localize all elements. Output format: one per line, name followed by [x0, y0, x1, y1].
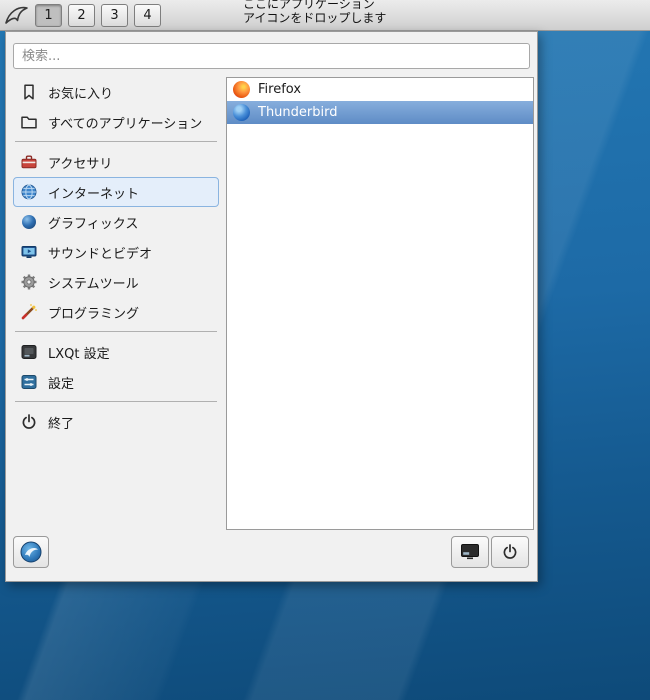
panel-drop-hint: ここにアプリケーション アイコンをドロップします	[243, 0, 386, 25]
thunderbird-icon	[233, 104, 250, 121]
sliders-icon	[20, 373, 38, 391]
category-label: グラフィックス	[48, 216, 139, 232]
search-input[interactable]	[13, 43, 530, 69]
wand-icon	[20, 303, 38, 321]
video-icon	[20, 243, 38, 261]
lxqt-logo-button[interactable]	[13, 536, 49, 568]
folder-icon	[20, 113, 38, 131]
category-label: 終了	[48, 416, 75, 432]
category-system-tools[interactable]: システムツール	[13, 267, 219, 297]
category-all-applications[interactable]: すべてのアプリケーション	[13, 107, 219, 137]
power-button-icon	[503, 544, 517, 559]
category-programming[interactable]: プログラミング	[13, 297, 219, 327]
category-leave[interactable]: 終了	[13, 407, 219, 437]
application-menu-popup: お気に入り すべてのアプリケーション アクセサリ	[5, 31, 538, 582]
toolbox-icon	[20, 153, 38, 171]
category-label: LXQt 設定	[48, 346, 110, 362]
category-label: システムツール	[48, 276, 139, 292]
sidebar-divider	[15, 401, 217, 402]
app-menu-button[interactable]	[2, 1, 30, 29]
category-label: 設定	[48, 376, 75, 392]
leave-button[interactable]	[491, 536, 529, 568]
drop-hint-line2: アイコンをドロップします	[243, 11, 387, 25]
power-icon	[20, 413, 38, 431]
category-label: お気に入り	[48, 86, 114, 102]
sphere-icon	[20, 213, 38, 231]
category-graphics[interactable]: グラフィックス	[13, 207, 219, 237]
category-label: サウンドとビデオ	[48, 246, 153, 262]
category-favorites[interactable]: お気に入り	[13, 77, 219, 107]
monitor-icon	[461, 544, 479, 560]
category-accessories[interactable]: アクセサリ	[13, 147, 219, 177]
lock-screen-button[interactable]	[451, 536, 489, 568]
lxqt-settings-icon	[20, 343, 38, 361]
category-label: すべてのアプリケーション	[48, 116, 203, 132]
top-panel: 1 2 3 4 ここにアプリケーション アイコンをドロップします	[0, 0, 650, 31]
workspace-button-1[interactable]: 1	[35, 3, 62, 27]
category-internet[interactable]: インターネット	[13, 177, 219, 207]
app-item-thunderbird[interactable]: Thunderbird	[227, 101, 533, 124]
workspace-button-4[interactable]: 4	[134, 3, 161, 27]
workspace-button-2[interactable]: 2	[68, 3, 95, 27]
firefox-icon	[233, 81, 250, 98]
app-label: Thunderbird	[258, 105, 338, 120]
drop-hint-line1: ここにアプリケーション	[243, 0, 375, 11]
globe-icon	[20, 183, 38, 201]
workspace-button-3[interactable]: 3	[101, 3, 128, 27]
category-sidebar: お気に入り すべてのアプリケーション アクセサリ インターネット グラフィックス…	[13, 77, 219, 437]
app-label: Firefox	[258, 82, 302, 97]
gear-icon	[20, 273, 38, 291]
category-settings[interactable]: 設定	[13, 367, 219, 397]
sidebar-divider	[15, 141, 217, 142]
bookmark-icon	[20, 83, 38, 101]
category-label: アクセサリ	[48, 156, 113, 172]
category-label: インターネット	[48, 186, 140, 202]
application-list: Firefox Thunderbird	[226, 77, 534, 530]
lxqt-bird-icon	[5, 6, 28, 24]
app-item-firefox[interactable]: Firefox	[227, 78, 533, 101]
sidebar-divider	[15, 331, 217, 332]
lxqt-logo-icon	[20, 541, 42, 563]
category-lxqt-settings[interactable]: LXQt 設定	[13, 337, 219, 367]
category-label: プログラミング	[48, 306, 140, 322]
workspace-switcher: 1 2 3 4	[35, 3, 161, 27]
category-sound-video[interactable]: サウンドとビデオ	[13, 237, 219, 267]
